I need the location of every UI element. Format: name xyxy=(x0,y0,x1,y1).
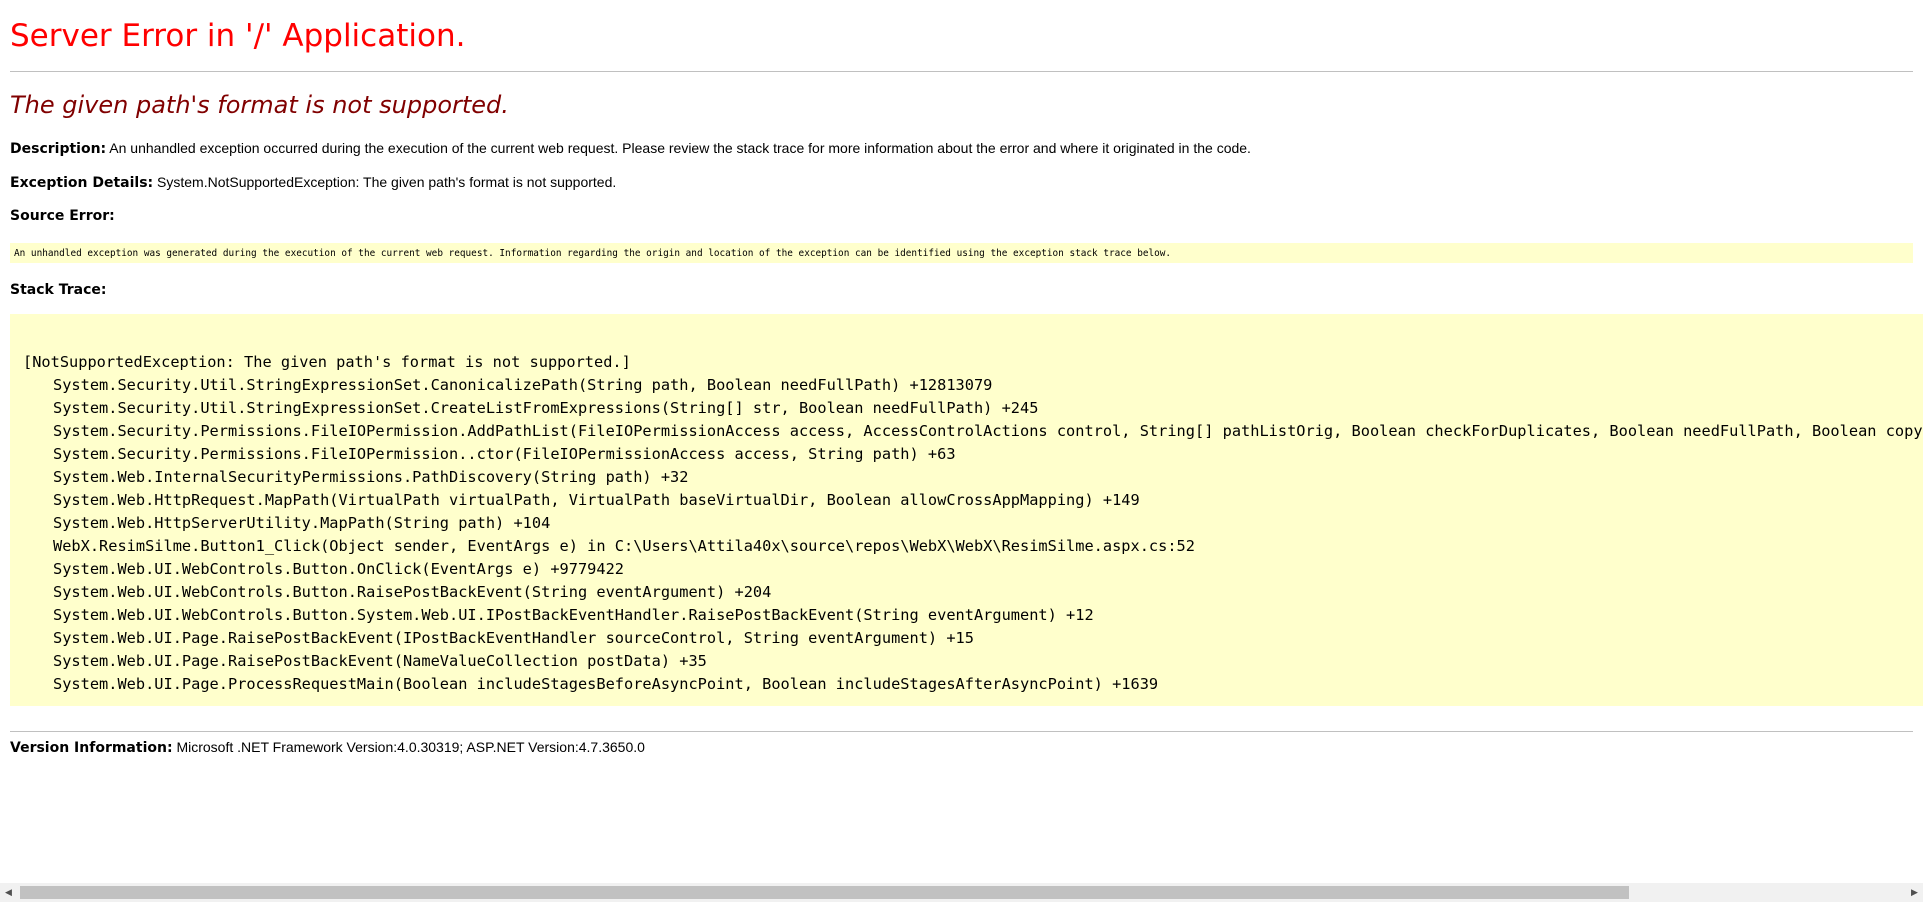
description-label: Description: xyxy=(10,141,107,157)
error-message: The given path's format is not supported… xyxy=(10,91,509,119)
horizontal-scrollbar[interactable]: ◀ ▶ xyxy=(0,883,1923,902)
stack-trace-frame: System.Security.Util.StringExpressionSet… xyxy=(53,376,993,394)
page-title: Server Error in '/' Application. xyxy=(10,18,466,54)
stack-trace-frame: System.Web.UI.Page.ProcessRequestMain(Bo… xyxy=(53,675,1159,693)
arrow-left-icon[interactable]: ◀ xyxy=(0,883,17,902)
title-divider xyxy=(10,71,1913,72)
scrollbar-thumb[interactable] xyxy=(20,886,1629,899)
stack-trace-frame: WebX.ResimSilme.Button1_Click(Object sen… xyxy=(53,537,1195,555)
exception-details-label: Exception Details: xyxy=(10,175,154,191)
stack-trace-frame: System.Security.Permissions.FileIOPermis… xyxy=(53,445,956,463)
stack-trace-frame: System.Web.HttpServerUtility.MapPath(Str… xyxy=(53,514,551,532)
stack-trace-frame: System.Web.HttpRequest.MapPath(VirtualPa… xyxy=(53,491,1140,509)
stack-trace-section: Stack Trace: xyxy=(10,281,106,299)
exception-details-text: System.NotSupportedException: The given … xyxy=(157,174,617,190)
version-divider xyxy=(10,731,1913,732)
version-information-section: Version Information: Microsoft .NET Fram… xyxy=(10,739,645,757)
version-information-text: Microsoft .NET Framework Version:4.0.303… xyxy=(176,739,645,755)
source-error-label: Source Error: xyxy=(10,208,115,224)
description-text: An unhandled exception occurred during t… xyxy=(109,140,1251,156)
source-error-section: Source Error: xyxy=(10,207,115,225)
stack-trace-frame: System.Web.InternalSecurityPermissions.P… xyxy=(53,468,689,486)
stack-trace-frame: System.Web.UI.WebControls.Button.RaisePo… xyxy=(53,583,772,601)
stack-trace-frame: System.Web.UI.Page.RaisePostBackEvent(Na… xyxy=(53,652,707,670)
source-error-box: An unhandled exception was generated dur… xyxy=(10,243,1913,263)
stack-trace-frame: System.Web.UI.WebControls.Button.OnClick… xyxy=(53,560,624,578)
stack-trace-label: Stack Trace: xyxy=(10,282,107,298)
stack-trace-box: [NotSupportedException: The given path's… xyxy=(10,314,1923,706)
arrow-right-icon[interactable]: ▶ xyxy=(1906,883,1923,902)
version-information-label: Version Information: xyxy=(10,740,173,756)
stack-trace-frame: System.Security.Permissions.FileIOPermis… xyxy=(53,422,1923,440)
stack-trace-frame: System.Web.UI.Page.RaisePostBackEvent(IP… xyxy=(53,629,974,647)
stack-trace-exception-line: [NotSupportedException: The given path's… xyxy=(23,353,631,371)
exception-details-section: Exception Details: System.NotSupportedEx… xyxy=(10,174,616,192)
stack-trace-frame: System.Security.Util.StringExpressionSet… xyxy=(53,399,1039,417)
stack-trace-frame: System.Web.UI.WebControls.Button.System.… xyxy=(53,606,1094,624)
description-section: Description: An unhandled exception occu… xyxy=(10,140,1251,158)
